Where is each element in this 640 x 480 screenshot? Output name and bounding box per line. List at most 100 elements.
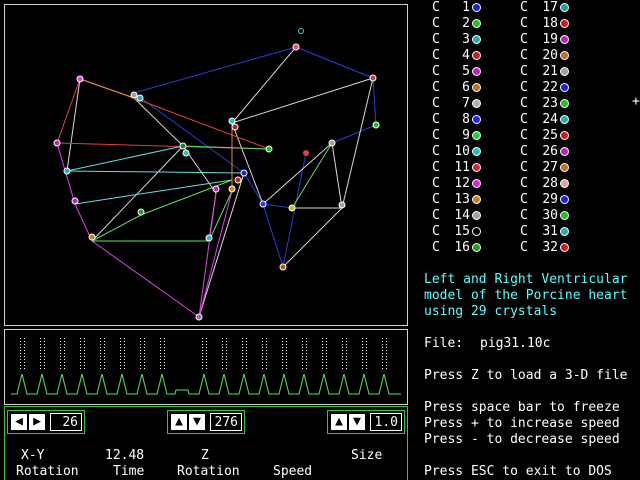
crystal-node xyxy=(231,123,239,131)
waveform-dot xyxy=(326,359,327,360)
waveform-dot xyxy=(246,347,247,348)
waveform-dot xyxy=(202,359,203,360)
xy-label: X-Y xyxy=(21,448,45,463)
wire-edge xyxy=(291,142,333,209)
z-rotation-control: ▲ ▼ 276 xyxy=(167,410,245,434)
waveform-dot xyxy=(306,341,307,342)
wire-edge xyxy=(295,46,374,79)
waveform-dot xyxy=(302,359,303,360)
waveform-dot xyxy=(64,338,65,339)
wire-edge xyxy=(372,77,377,126)
waveform-dot xyxy=(246,350,247,351)
waveform-dot xyxy=(246,368,247,369)
waveform-dot xyxy=(24,350,25,351)
waveform-dot xyxy=(120,341,121,342)
legend-item: C8 xyxy=(432,112,481,128)
waveform-dot xyxy=(160,344,161,345)
waveform-dot xyxy=(104,359,105,360)
waveform-dot xyxy=(44,356,45,357)
waveform-dot xyxy=(306,359,307,360)
down-arrow-icon[interactable]: ▼ xyxy=(189,414,205,430)
waveform-dot xyxy=(160,347,161,348)
waveform-dot xyxy=(124,347,125,348)
left-arrow-icon[interactable]: ◀ xyxy=(11,414,27,430)
file-label: File: xyxy=(424,336,464,351)
waveform-dot xyxy=(206,347,207,348)
waveform-dot xyxy=(226,347,227,348)
legend-number: 6 xyxy=(462,80,470,95)
speed-label: Speed xyxy=(273,464,313,479)
legend-item: C 28 xyxy=(520,176,569,192)
waveform-dot xyxy=(124,368,125,369)
waveform-dot xyxy=(262,347,263,348)
cursor-marker: + xyxy=(632,94,640,109)
legend-prefix: C xyxy=(432,208,440,223)
waveform-dot xyxy=(262,353,263,354)
legend-number: 22 xyxy=(542,80,558,95)
waveform-dot xyxy=(64,362,65,363)
waveform-dot xyxy=(386,353,387,354)
waveform-dot xyxy=(242,341,243,342)
waveform-dot xyxy=(160,350,161,351)
waveform-dot xyxy=(286,356,287,357)
instruction-load: Press Z to load a 3-D file xyxy=(424,368,628,383)
instruction-decrease: Press - to decrease speed xyxy=(424,432,620,447)
waveform-dot xyxy=(226,350,227,351)
waveform-dot xyxy=(242,338,243,339)
crystal-node xyxy=(76,75,84,83)
waveform-dot xyxy=(326,350,327,351)
waveform-dot xyxy=(282,344,283,345)
instruction-increase: Press + to increase speed xyxy=(424,416,620,431)
legend-prefix: C xyxy=(520,16,528,31)
legend-prefix: C xyxy=(432,112,440,127)
up-arrow-icon[interactable]: ▲ xyxy=(331,414,347,430)
waveform-dot xyxy=(326,347,327,348)
legend-item: C 15 xyxy=(432,224,481,240)
waveform-dot xyxy=(282,353,283,354)
waveform-dot xyxy=(322,356,323,357)
waveform-trace xyxy=(11,338,401,395)
waveform-dot xyxy=(120,353,121,354)
waveform-dot xyxy=(262,338,263,339)
waveform-dot xyxy=(366,362,367,363)
right-arrow-icon[interactable]: ▶ xyxy=(29,414,45,430)
waveform-dot xyxy=(302,341,303,342)
waveform-dot xyxy=(342,368,343,369)
legend-color-dot xyxy=(560,35,569,44)
time-label: Time xyxy=(113,464,145,479)
legend-color-dot xyxy=(472,243,481,252)
legend-number: 24 xyxy=(542,112,558,127)
legend-prefix: C xyxy=(432,64,440,79)
down-arrow-icon[interactable]: ▼ xyxy=(349,414,365,430)
waveform-dot xyxy=(322,350,323,351)
time-value: 12.48 xyxy=(105,448,145,463)
waveform-dot xyxy=(80,362,81,363)
crystal-node xyxy=(137,208,145,216)
waveform-dot xyxy=(306,365,307,366)
waveform-dot xyxy=(100,365,101,366)
legend-color-dot xyxy=(560,67,569,76)
waveform-dot xyxy=(104,362,105,363)
waveform-dot xyxy=(306,353,307,354)
waveform-dot xyxy=(342,362,343,363)
waveform-dot xyxy=(226,341,227,342)
up-arrow-icon[interactable]: ▲ xyxy=(171,414,187,430)
waveform-dot xyxy=(104,365,105,366)
waveform-dot xyxy=(24,365,25,366)
waveform-dot xyxy=(342,347,343,348)
legend-prefix: C xyxy=(520,32,528,47)
waveform-dot xyxy=(222,368,223,369)
waveform-dot xyxy=(64,368,65,369)
crystal-node xyxy=(292,43,300,51)
legend-item: C 24 xyxy=(520,112,569,128)
wire-edge xyxy=(66,78,81,172)
wire-edge xyxy=(231,122,264,205)
wire-edge xyxy=(91,145,184,242)
waveform-dot xyxy=(362,341,363,342)
legend-item: C 22 xyxy=(520,80,569,96)
waveform-dot xyxy=(386,341,387,342)
waveform-dot xyxy=(80,341,81,342)
wire-edge xyxy=(74,179,233,205)
waveform-dot xyxy=(326,365,327,366)
waveform-dot xyxy=(80,359,81,360)
